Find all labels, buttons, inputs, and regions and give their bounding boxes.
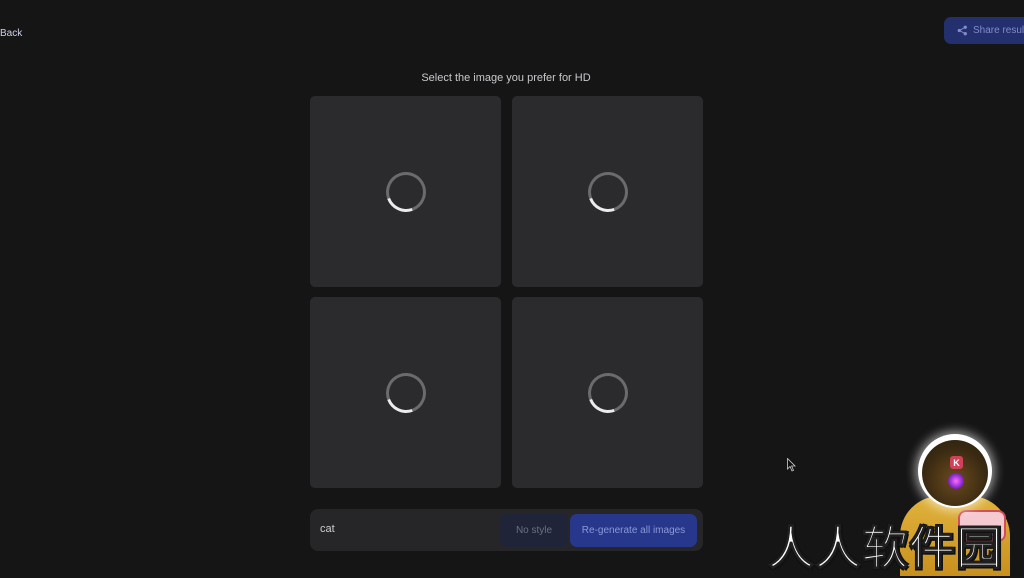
avatar-lens-icon	[948, 473, 964, 489]
streamer-avatar: K	[918, 434, 992, 508]
share-result-button[interactable]: Share result	[944, 17, 1024, 44]
mouse-cursor-icon	[787, 458, 796, 472]
loading-spinner-icon	[580, 164, 635, 219]
image-option-1[interactable]	[310, 96, 501, 287]
share-result-label: Share result	[973, 25, 1024, 36]
no-style-button[interactable]: No style	[500, 514, 568, 547]
loading-spinner-icon	[378, 164, 433, 219]
image-option-3[interactable]	[310, 297, 501, 488]
share-icon	[957, 25, 967, 36]
watermark: 人人软件园	[768, 521, 1003, 576]
image-option-4[interactable]	[512, 297, 703, 488]
page-title: Select the image you prefer for HD	[421, 72, 591, 84]
back-link[interactable]: Back	[0, 28, 22, 39]
avatar-badge: K	[950, 456, 963, 469]
loading-spinner-icon	[378, 365, 433, 420]
regenerate-all-button[interactable]: Re-generate all images	[570, 514, 697, 547]
prompt-input[interactable]: cat	[320, 523, 335, 535]
loading-spinner-icon	[580, 365, 635, 420]
image-option-2[interactable]	[512, 96, 703, 287]
avatar-figure: K	[922, 440, 988, 506]
